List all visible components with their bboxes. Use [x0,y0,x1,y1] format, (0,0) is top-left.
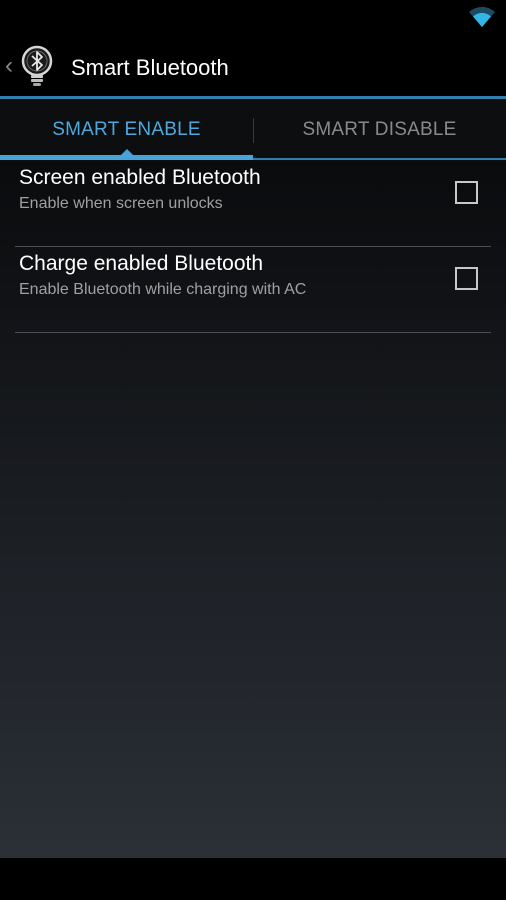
screen: ‹ Smart Bluetooth SMART ENABLE SMART DIS… [0,0,506,900]
status-bar [0,0,506,36]
pref-row-screen-enabled[interactable]: Screen enabled Bluetooth Enable when scr… [0,161,506,247]
back-chevron-icon[interactable]: ‹ [5,52,13,80]
pref-summary: Enable when screen unlocks [19,195,223,212]
pref-summary: Enable Bluetooth while charging with AC [19,281,307,298]
preference-list: Screen enabled Bluetooth Enable when scr… [0,161,506,858]
wifi-icon [469,6,495,27]
pref-row-charge-enabled[interactable]: Charge enabled Bluetooth Enable Bluetoot… [0,247,506,333]
tab-indicator-notch [120,149,134,156]
screen-enabled-checkbox[interactable] [455,181,478,204]
lightbulb-bluetooth-icon[interactable] [20,45,54,89]
charge-enabled-checkbox[interactable] [455,267,478,290]
tab-smart-enable-label: SMART ENABLE [52,119,201,140]
tab-smart-disable-label: SMART DISABLE [302,119,457,140]
action-bar: ‹ Smart Bluetooth [0,36,506,98]
tab-smart-disable[interactable]: SMART DISABLE [253,99,506,161]
pref-title: Screen enabled Bluetooth [19,166,261,189]
pref-title: Charge enabled Bluetooth [19,252,264,275]
list-divider [15,332,491,333]
navigation-bar [0,858,506,900]
app-title: Smart Bluetooth [71,55,229,80]
tab-bar: SMART ENABLE SMART DISABLE [0,99,506,161]
